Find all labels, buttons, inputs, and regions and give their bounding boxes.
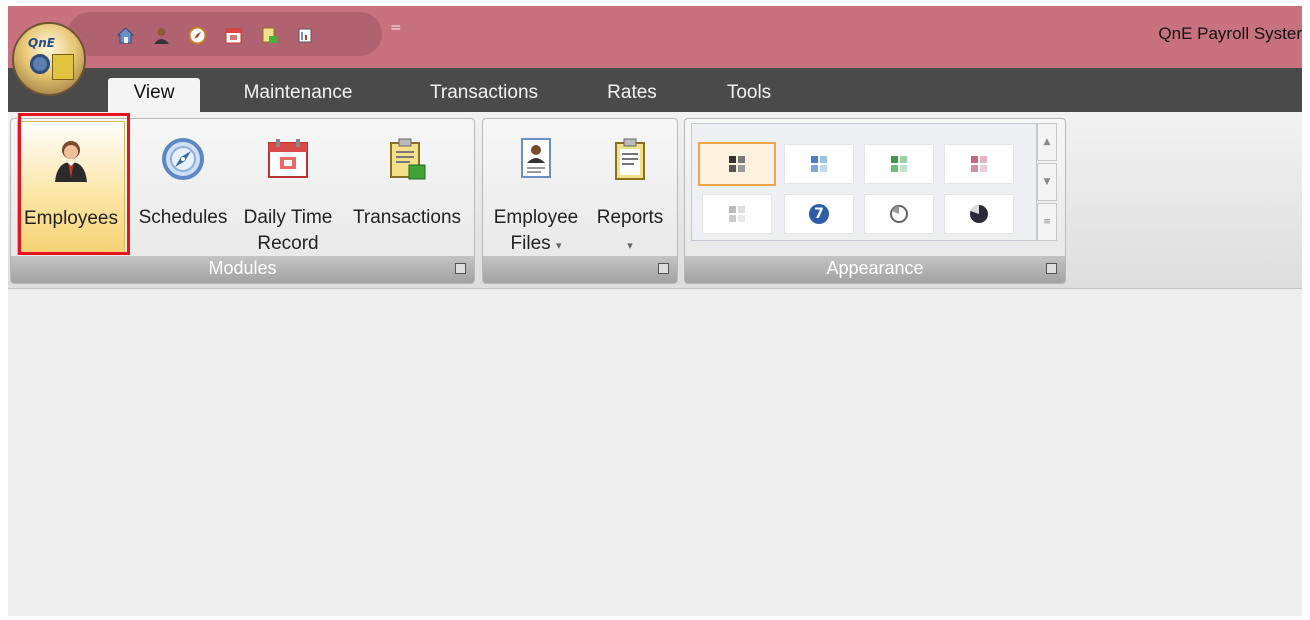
employee-files-label-text: Files xyxy=(510,233,551,254)
quick-access-toolbar xyxy=(68,12,382,56)
ribbon-tabs: View Maintenance Transactions Rates Tool… xyxy=(8,68,1302,112)
pie-icon xyxy=(969,204,989,224)
employee-file-icon xyxy=(514,137,558,181)
tab-maintenance[interactable]: Maintenance xyxy=(230,78,366,112)
chevron-down-icon: ▾ xyxy=(627,240,633,252)
employee-files-button[interactable]: Employee Files ▾ xyxy=(487,121,585,255)
reports-label: Reports ▾ xyxy=(585,205,675,259)
help-theme-button[interactable]: 7 xyxy=(784,194,854,234)
transactions-button[interactable]: Transactions xyxy=(345,121,469,255)
appearance-group-footer: Appearance xyxy=(685,256,1065,283)
ledger-icon xyxy=(52,54,74,80)
modules-group-label: Modules xyxy=(208,258,277,278)
gallery-expand-button[interactable]: ≡ xyxy=(1037,203,1057,241)
employee-files-label: Employee Files ▾ xyxy=(487,205,585,259)
appearance-group: 7 ▲ ▼ ≡ Appearance xyxy=(684,118,1066,284)
clipboard-icon xyxy=(385,137,429,181)
modules-dialog-launcher-icon[interactable] xyxy=(455,263,466,274)
customize-toolbar-button[interactable]: = xyxy=(390,20,402,36)
tab-rates[interactable]: Rates xyxy=(596,78,668,112)
theme-pink-icon xyxy=(969,154,989,174)
appearance-group-label: Appearance xyxy=(826,258,924,278)
files-group: Employee Files ▾ Reports ▾ xyxy=(482,118,678,284)
theme-silver-icon xyxy=(727,204,747,224)
theme-blue-icon xyxy=(809,154,829,174)
application-orb-button[interactable]: QnE xyxy=(12,22,86,96)
chevron-down-icon: ▾ xyxy=(555,240,562,252)
gear-icon xyxy=(30,54,50,74)
gallery-scroll-down-button[interactable]: ▼ xyxy=(1037,163,1057,201)
compass-icon xyxy=(161,137,205,181)
ribbon: Employees Schedules Daily Time Record Tr… xyxy=(8,112,1302,289)
calendar-icon xyxy=(266,137,310,181)
orb-logo-text: QnE xyxy=(28,36,55,50)
compass-icon[interactable] xyxy=(188,26,207,45)
app-window: = QnE Payroll Syster View Maintenance Tr… xyxy=(8,6,1302,616)
modules-group-footer: Modules xyxy=(11,256,474,283)
report-clipboard-icon xyxy=(608,137,652,181)
transactions-label: Transactions xyxy=(352,207,462,228)
theme-black-icon xyxy=(727,154,747,174)
workspace xyxy=(8,289,1302,616)
daily-time-record-button[interactable]: Daily Time Record xyxy=(237,121,339,255)
theme-black-button[interactable] xyxy=(698,142,776,186)
schedules-label: Schedules xyxy=(138,207,228,228)
files-group-footer xyxy=(483,256,677,283)
app-title: QnE Payroll Syster xyxy=(1158,24,1302,43)
document-icon[interactable] xyxy=(260,26,279,45)
undo-icon xyxy=(889,204,909,224)
employee-files-label-line1: Employee xyxy=(493,207,579,228)
highlight-annotation-box xyxy=(18,113,130,255)
tab-tools[interactable]: Tools xyxy=(716,78,782,112)
user-icon[interactable] xyxy=(152,26,171,45)
report-icon[interactable] xyxy=(296,26,315,45)
title-bar: = QnE Payroll Syster xyxy=(8,6,1302,68)
daily-time-record-label-line2: Record xyxy=(257,233,319,254)
gallery-scroll-up-button[interactable]: ▲ xyxy=(1037,123,1057,161)
theme-green-button[interactable] xyxy=(864,144,934,184)
home-icon[interactable] xyxy=(116,26,135,45)
theme-green-icon xyxy=(889,154,909,174)
help-icon: 7 xyxy=(809,204,829,224)
appearance-gallery: 7 xyxy=(691,123,1037,241)
reports-label-line1: Reports xyxy=(596,207,664,228)
tab-transactions[interactable]: Transactions xyxy=(414,78,554,112)
daily-time-record-label: Daily Time Record xyxy=(237,205,339,257)
employee-files-label-line2: Files ▾ xyxy=(487,231,585,259)
daily-time-record-label-line1: Daily Time xyxy=(243,207,333,228)
theme-pink-button[interactable] xyxy=(944,144,1014,184)
reports-button[interactable]: Reports ▾ xyxy=(585,121,675,255)
appearance-dialog-launcher-icon[interactable] xyxy=(1046,263,1057,274)
theme-blue-button[interactable] xyxy=(784,144,854,184)
files-dialog-launcher-icon[interactable] xyxy=(658,263,669,274)
tab-view[interactable]: View xyxy=(108,78,200,112)
reports-label-line2: ▾ xyxy=(585,231,675,259)
calendar-icon[interactable] xyxy=(224,26,243,45)
pie-theme-button[interactable] xyxy=(944,194,1014,234)
undo-theme-button[interactable] xyxy=(864,194,934,234)
schedules-button[interactable]: Schedules xyxy=(131,121,235,255)
theme-silver-button[interactable] xyxy=(702,194,772,234)
